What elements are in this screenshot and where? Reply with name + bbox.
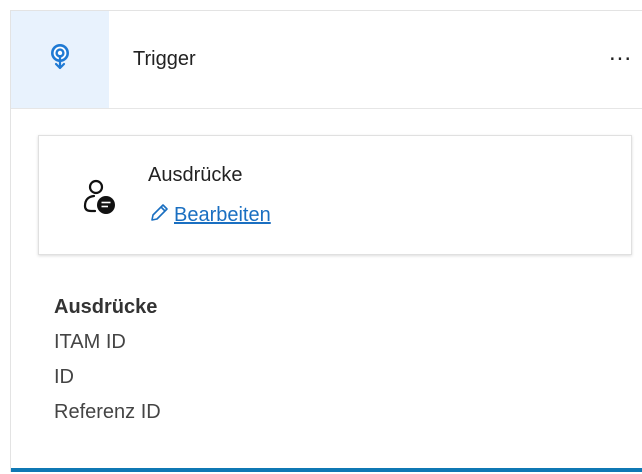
- pencil-icon: [148, 202, 170, 229]
- user-expression-icon: [79, 176, 121, 218]
- card-title: Trigger: [133, 48, 196, 70]
- bottom-accent-bar: [11, 468, 642, 472]
- expressions-title: Ausdrücke: [148, 164, 243, 186]
- expressions-list: Ausdrücke ITAM ID ID Referenz ID: [54, 296, 161, 436]
- edit-link[interactable]: Bearbeiten: [148, 202, 271, 229]
- list-item: Referenz ID: [54, 401, 161, 423]
- list-item: ITAM ID: [54, 331, 126, 353]
- trigger-icon: [47, 42, 73, 77]
- card-header: Trigger ...: [11, 11, 642, 109]
- more-options-button[interactable]: ...: [609, 41, 632, 65]
- trigger-card: Trigger ... Ausdrücke Bearbeiten Ausdrüc…: [10, 10, 642, 472]
- list-item: ID: [54, 366, 74, 388]
- expressions-list-heading: Ausdrücke: [54, 296, 158, 318]
- edit-link-label[interactable]: Bearbeiten: [174, 204, 271, 227]
- trigger-icon-tile: [11, 11, 109, 108]
- expressions-card: Ausdrücke Bearbeiten: [38, 135, 632, 255]
